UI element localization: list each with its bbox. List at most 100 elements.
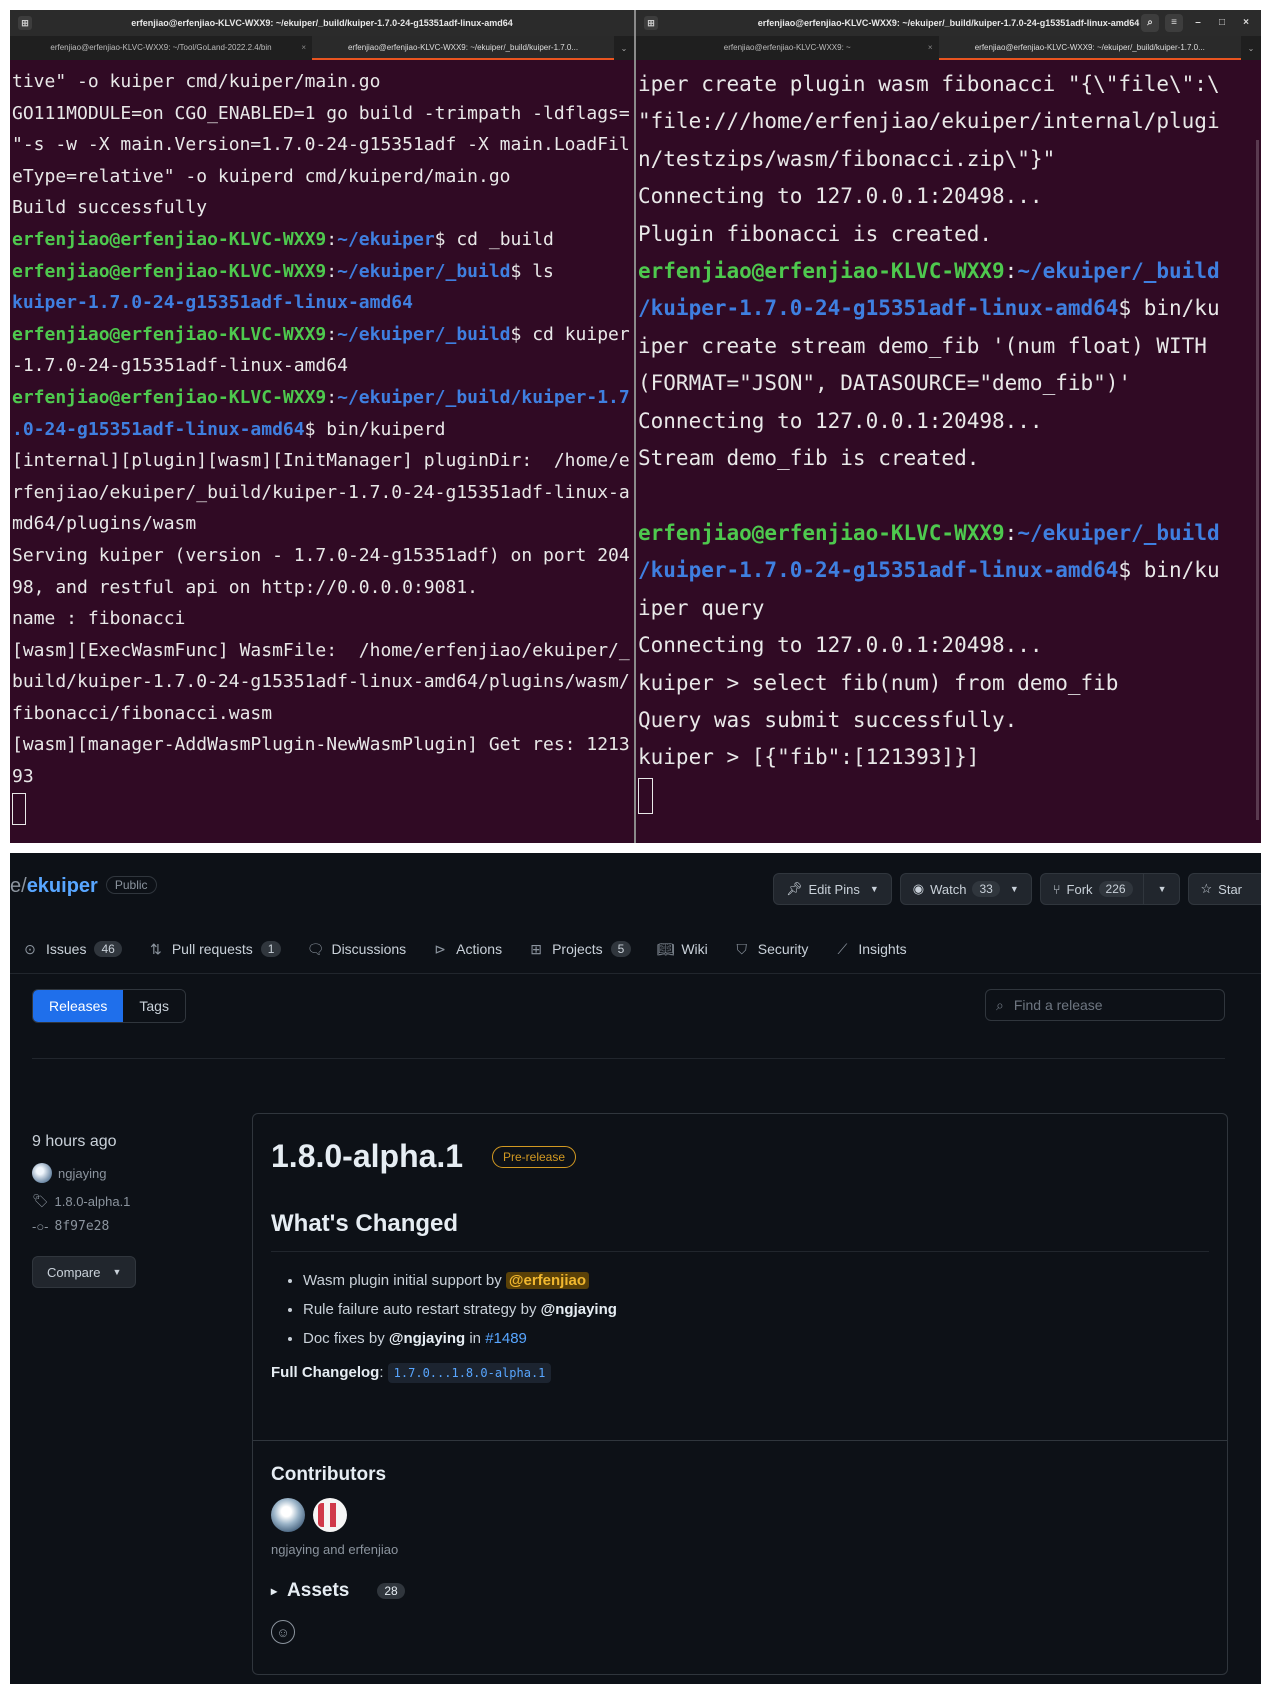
search-icon[interactable]: ⌕ bbox=[1141, 14, 1159, 32]
maximize-icon[interactable]: □ bbox=[1213, 14, 1231, 32]
prompt-user: erfenjiao@erfenjiao-KLVC-WXX9 bbox=[12, 228, 327, 250]
terminal-right-tab-1[interactable]: erfenjiao@erfenjiao-KLVC-WXX9: ~ × bbox=[636, 36, 939, 60]
prompt-command: $ bin/ku bbox=[1118, 296, 1220, 321]
tab-pull-requests[interactable]: ⇅ Pull requests 1 bbox=[148, 941, 282, 957]
tab-security[interactable]: ⛉ Security bbox=[734, 940, 809, 958]
terminal-line: [internal][plugin][wasm][InitManager] pl… bbox=[12, 450, 630, 472]
release-tag-row[interactable]: 🏷︎ 1.8.0-alpha.1 bbox=[32, 1193, 136, 1209]
release-title[interactable]: 1.8.0-alpha.1 bbox=[271, 1138, 463, 1175]
contributors-names: ngjaying and erfenjiao bbox=[271, 1542, 399, 1557]
avatar[interactable] bbox=[271, 1498, 305, 1532]
user-mention[interactable]: @ngjaying bbox=[389, 1330, 465, 1347]
chevron-down-icon[interactable]: ⌄ bbox=[614, 36, 634, 60]
close-icon[interactable]: × bbox=[928, 43, 933, 52]
tab-issues[interactable]: ⊙ Issues 46 bbox=[22, 941, 122, 957]
new-tab-icon[interactable]: ⊞ bbox=[18, 16, 32, 30]
terminal-line: 93 bbox=[12, 766, 34, 788]
star-label: Star bbox=[1218, 881, 1242, 897]
tab-wiki[interactable]: 📖︎ Wiki bbox=[656, 941, 708, 958]
terminal-left-tab-1[interactable]: erfenjiao@erfenjiao-KLVC-WXX9: ~/Tool/Go… bbox=[10, 36, 312, 60]
terminal-line: Plugin fibonacci is created. bbox=[638, 221, 993, 246]
release-commit-row[interactable]: -○- 8f97e28 bbox=[32, 1219, 136, 1234]
heading-rule bbox=[271, 1251, 1209, 1252]
watch-count: 33 bbox=[972, 881, 1000, 897]
prompt-path: .0-24-g15351adf-linux-amd64 bbox=[12, 418, 305, 440]
release-author[interactable]: ngjaying bbox=[58, 1166, 106, 1181]
user-mention[interactable]: @erfenjiao bbox=[505, 1272, 590, 1289]
close-icon[interactable]: × bbox=[301, 43, 306, 52]
prompt-path: ~/ekuiper/_build bbox=[1017, 520, 1220, 545]
divider bbox=[32, 1058, 1225, 1059]
assets-count: 28 bbox=[377, 1583, 405, 1599]
edit-pins-button[interactable]: 📌︎ Edit Pins ▼ bbox=[773, 873, 892, 905]
prompt-path: /kuiper-1.7.0-24-g15351adf-linux-amd64 bbox=[638, 558, 1119, 583]
terminal-line: iper create stream demo_fib '(num float)… bbox=[638, 333, 1207, 358]
tab-discussions[interactable]: 🗨︎ Discussions bbox=[307, 941, 407, 958]
release-tag[interactable]: 1.8.0-alpha.1 bbox=[55, 1194, 131, 1209]
repo-owner[interactable]: e bbox=[10, 875, 21, 897]
pull-request-icon: ⇅ bbox=[149, 940, 162, 957]
minimize-icon[interactable]: – bbox=[1189, 14, 1207, 32]
terminal-right[interactable]: ⊞ erfenjiao@erfenjiao-KLVC-WXX9: ~/ekuip… bbox=[636, 10, 1261, 843]
terminal-line: Connecting to 127.0.0.1:20498... bbox=[638, 633, 1043, 658]
releases-tab[interactable]: Releases bbox=[33, 990, 124, 1022]
prompt-command: $ bin/kuiperd bbox=[304, 418, 446, 440]
tab-count: 1 bbox=[260, 941, 282, 957]
fork-dropdown[interactable]: ▼ bbox=[1142, 874, 1167, 904]
repo-name-link[interactable]: ekuiper bbox=[27, 875, 98, 897]
pr-link[interactable]: #1489 bbox=[485, 1330, 527, 1347]
menu-icon[interactable]: ≡ bbox=[1165, 14, 1183, 32]
list-item: Rule failure auto restart strategy by @n… bbox=[303, 1295, 617, 1324]
terminal-scrollbar[interactable] bbox=[1256, 140, 1259, 820]
new-tab-icon[interactable]: ⊞ bbox=[644, 16, 658, 30]
terminal-right-output: iper create plugin wasm fibonacci "{\"fi… bbox=[636, 60, 1261, 814]
contributors-avatars bbox=[271, 1498, 347, 1532]
tab-label: Wiki bbox=[681, 941, 708, 957]
terminal-left[interactable]: ⊞ erfenjiao@erfenjiao-KLVC-WXX9: ~/ekuip… bbox=[10, 10, 636, 843]
chevron-down-icon[interactable]: ⌄ bbox=[1241, 36, 1261, 60]
search-icon: ⌕ bbox=[996, 996, 1004, 1013]
tab-count: 46 bbox=[94, 941, 122, 957]
terminal-line: fibonacci/fibonacci.wasm bbox=[12, 702, 273, 724]
find-release-input[interactable] bbox=[1011, 996, 1196, 1014]
release-commit[interactable]: 8f97e28 bbox=[55, 1219, 110, 1234]
terminal-line: [wasm][manager-AddWasmPlugin-NewWasmPlug… bbox=[12, 734, 630, 756]
tab-actions[interactable]: ⊳ Actions bbox=[432, 941, 502, 958]
tags-tab[interactable]: Tags bbox=[123, 990, 185, 1022]
prompt-user: erfenjiao@erfenjiao-KLVC-WXX9 bbox=[638, 259, 1005, 284]
tab-label: Projects bbox=[552, 941, 603, 957]
user-mention[interactable]: @ngjaying bbox=[541, 1301, 617, 1318]
compare-button[interactable]: Compare ▼ bbox=[32, 1256, 137, 1288]
contributors-heading: Contributors bbox=[271, 1464, 387, 1485]
terminal-line: eType=relative" -o kuiperd cmd/kuiperd/m… bbox=[12, 165, 511, 187]
star-button[interactable]: ☆ Star bbox=[1187, 873, 1261, 905]
release-author-row[interactable]: ngjaying bbox=[32, 1163, 136, 1183]
close-icon[interactable]: × bbox=[1237, 14, 1255, 32]
commit-icon: -○- bbox=[32, 1219, 49, 1234]
terminal-right-tab-2[interactable]: erfenjiao@erfenjiao-KLVC-WXX9: ~/ekuiper… bbox=[938, 36, 1241, 60]
avatar[interactable] bbox=[313, 1498, 347, 1532]
terminal-left-tabbar: erfenjiao@erfenjiao-KLVC-WXX9: ~/Tool/Go… bbox=[10, 36, 634, 60]
shield-icon: ⛉ bbox=[736, 940, 748, 957]
terminal-left-output: tive" -o kuiper cmd/kuiper/main.go GO111… bbox=[10, 60, 634, 825]
terminal-cursor bbox=[12, 792, 26, 825]
terminal-line: Connecting to 127.0.0.1:20498... bbox=[638, 184, 1043, 209]
smiley-icon[interactable]: ☺ bbox=[271, 1620, 295, 1644]
tab-insights[interactable]: ⟋ Insights bbox=[834, 941, 907, 958]
changelog-link[interactable]: 1.7.0...1.8.0-alpha.1 bbox=[387, 1363, 552, 1383]
terminal-line: "-s -w -X main.Version=1.7.0-24-g15351ad… bbox=[12, 134, 630, 156]
fork-button[interactable]: ⑂ Fork 226 ▼ bbox=[1039, 873, 1180, 905]
watch-button[interactable]: ◉ Watch 33 ▼ bbox=[899, 873, 1032, 905]
terminal-left-titlebar: ⊞ erfenjiao@erfenjiao-KLVC-WXX9: ~/ekuip… bbox=[10, 10, 634, 36]
terminal-left-tab-2[interactable]: erfenjiao@erfenjiao-KLVC-WXX9: ~/ekuiper… bbox=[312, 36, 614, 60]
tab-label: Insights bbox=[858, 941, 907, 957]
caret-down-icon: ▼ bbox=[1157, 884, 1167, 894]
avatar bbox=[32, 1163, 52, 1183]
prompt-user: erfenjiao@erfenjiao-KLVC-WXX9 bbox=[12, 386, 327, 408]
assets-heading: Assets bbox=[287, 1580, 350, 1601]
tab-projects[interactable]: ⊞ Projects 5 bbox=[528, 941, 632, 957]
list-item: Wasm plugin initial support by @erfenjia… bbox=[303, 1266, 617, 1295]
terminal-line: 98, and restful api on http://0.0.0.0:90… bbox=[12, 576, 478, 598]
terminal-line: "file:///home/erfenjiao/ekuiper/internal… bbox=[638, 109, 1220, 134]
assets-toggle[interactable]: ▸ Assets 28 bbox=[271, 1580, 405, 1602]
